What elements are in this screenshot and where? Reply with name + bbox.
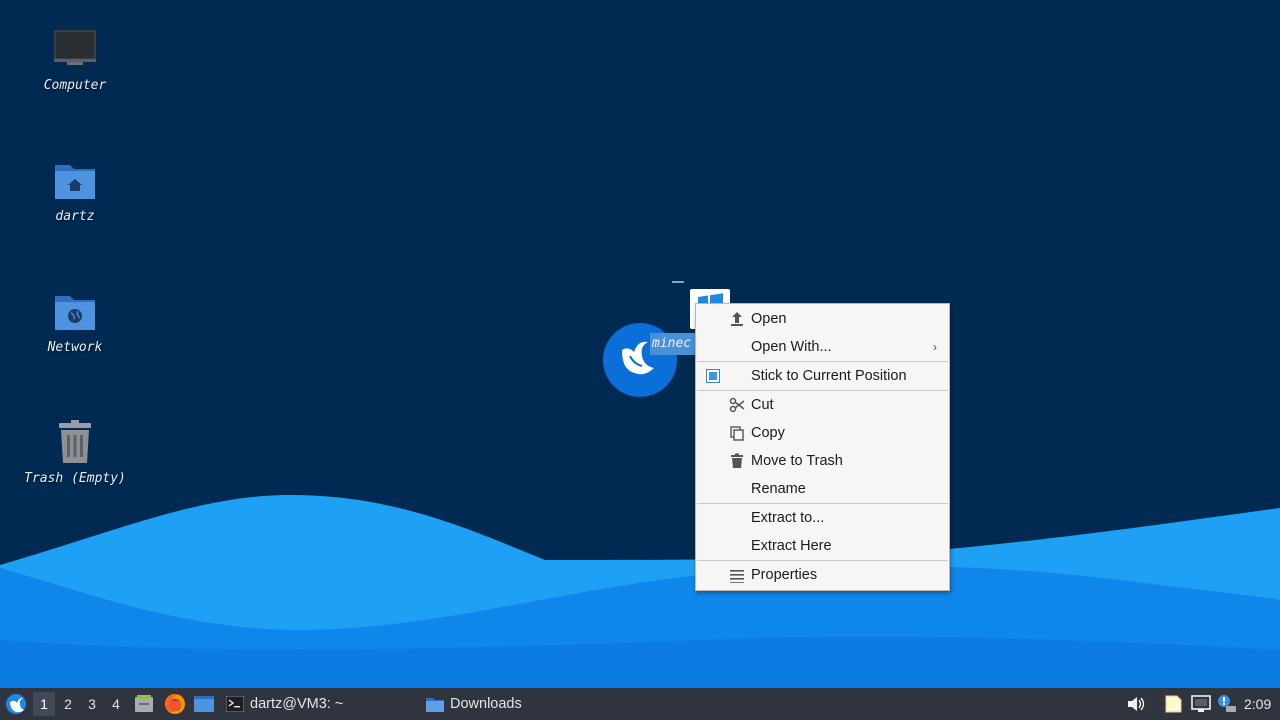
properties-list-icon [730, 570, 744, 583]
main-menu-icon[interactable] [5, 693, 27, 715]
network-status-icon[interactable] [1191, 695, 1211, 713]
menu-item-label: Move to Trash [751, 453, 843, 469]
workspace-1[interactable]: 1 [33, 692, 55, 716]
network-folder-icon [55, 296, 95, 330]
menu-item-cut[interactable]: Cut [696, 391, 949, 419]
desktop-icon-network[interactable]: Network [0, 288, 150, 355]
selected-file-label[interactable]: minec [650, 333, 698, 355]
task-downloads[interactable]: Downloads [426, 691, 616, 717]
menu-item-label: Extract to... [751, 510, 825, 526]
menu-item-extract-to[interactable]: Extract to... [696, 504, 949, 532]
open-upload-icon [731, 312, 743, 326]
menu-item-open-with[interactable]: Open With... › [696, 333, 949, 361]
desktop-icon-computer[interactable]: Computer [0, 26, 150, 93]
menu-item-label: Open [751, 311, 787, 327]
desktop-icon-label: dartz [55, 209, 95, 224]
desktop[interactable]: Computer dartz Network Trash (Empty) min… [0, 0, 1280, 720]
drag-indicator [672, 281, 684, 283]
workspace-2[interactable]: 2 [57, 692, 79, 716]
menu-item-label: Properties [751, 567, 818, 583]
trash-icon [731, 453, 743, 468]
copy-icon [730, 426, 744, 441]
context-menu: Open Open With... › Stick to Current Pos… [695, 303, 950, 591]
desktop-icon-label: Trash (Empty) [24, 471, 126, 486]
desktop-icon-trash[interactable]: Trash (Empty) [0, 419, 150, 486]
task-label: Downloads [450, 696, 522, 712]
stick-checkbox-icon[interactable] [706, 369, 720, 383]
chevron-right-icon: › [933, 340, 937, 354]
desktop-icon-label: Computer [43, 78, 107, 93]
menu-item-stick-to-position[interactable]: Stick to Current Position [696, 362, 949, 390]
folder-icon [426, 698, 444, 712]
home-folder-icon [55, 165, 95, 199]
app-launcher-icon[interactable] [600, 320, 680, 400]
computer-icon [54, 30, 96, 65]
task-terminal[interactable]: dartz@VM3: ~ [226, 691, 416, 717]
menu-item-label: Stick to Current Position [751, 368, 907, 384]
file-manager-icon[interactable] [134, 694, 154, 714]
desktop-icon-home-folder[interactable]: dartz [0, 157, 150, 224]
menu-item-label: Copy [751, 425, 785, 441]
taskbar: 1 2 3 4 dartz@VM3: ~ Downloads 2:09 [0, 688, 1280, 720]
menu-item-extract-here[interactable]: Extract Here [696, 532, 949, 560]
show-desktop-icon[interactable] [193, 695, 215, 713]
task-label: dartz@VM3: ~ [250, 696, 344, 712]
firefox-icon[interactable] [164, 693, 186, 715]
menu-item-label: Open With... [751, 339, 832, 355]
workspace-3[interactable]: 3 [81, 692, 103, 716]
menu-item-label: Extract Here [751, 538, 832, 554]
menu-item-label: Rename [751, 481, 806, 497]
terminal-icon [226, 696, 244, 712]
menu-item-rename[interactable]: Rename [696, 475, 949, 503]
clock[interactable]: 2:09 [1244, 688, 1271, 720]
menu-item-copy[interactable]: Copy [696, 419, 949, 447]
menu-item-properties[interactable]: Properties [696, 561, 949, 589]
menu-item-move-to-trash[interactable]: Move to Trash [696, 447, 949, 475]
update-notification-icon[interactable] [1216, 693, 1238, 715]
menu-item-open[interactable]: Open [696, 305, 949, 333]
desktop-icon-label: Network [47, 340, 103, 355]
clipboard-icon[interactable] [1163, 694, 1183, 714]
scissors-icon [729, 397, 745, 413]
workspace-4[interactable]: 4 [105, 692, 127, 716]
volume-icon[interactable] [1127, 696, 1145, 712]
trash-icon [59, 420, 91, 463]
menu-item-label: Cut [751, 397, 774, 413]
